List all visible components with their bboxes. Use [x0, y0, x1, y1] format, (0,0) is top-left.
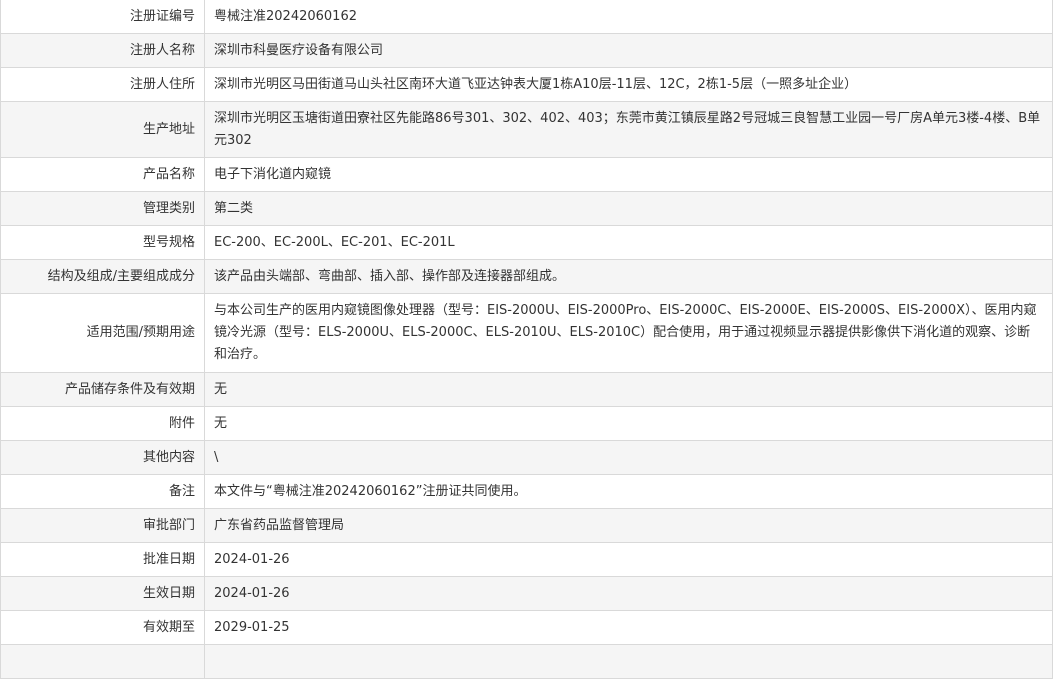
row-registrant-name: 注册人名称 深圳市科曼医疗设备有限公司 — [0, 33, 1053, 68]
registration-detail-table: 注册证编号 粤械注准20242060162 注册人名称 深圳市科曼医疗设备有限公… — [0, 0, 1053, 679]
field-label: 注册人住所 — [0, 67, 205, 102]
row-registration-number: 注册证编号 粤械注准20242060162 — [0, 0, 1053, 34]
field-value: 第二类 — [204, 191, 1053, 226]
row-effective-date: 生效日期 2024-01-26 — [0, 576, 1053, 611]
field-value: \ — [204, 440, 1053, 475]
field-value: 与本公司生产的医用内窥镜图像处理器（型号：EIS-2000U、EIS-2000P… — [204, 293, 1053, 373]
field-label: 审批部门 — [0, 508, 205, 543]
field-label: 附件 — [0, 406, 205, 441]
field-label: 备注 — [0, 474, 205, 509]
field-label: 产品储存条件及有效期 — [0, 372, 205, 407]
field-label: 产品名称 — [0, 157, 205, 192]
field-value: 2024-01-26 — [204, 542, 1053, 577]
row-remarks: 备注 本文件与“粤械注准20242060162”注册证共同使用。 — [0, 474, 1053, 509]
field-value: 本文件与“粤械注准20242060162”注册证共同使用。 — [204, 474, 1053, 509]
row-storage-validity: 产品储存条件及有效期 无 — [0, 372, 1053, 407]
field-value: 无 — [204, 406, 1053, 441]
field-value: 2029-01-25 — [204, 610, 1053, 645]
field-value: 深圳市科曼医疗设备有限公司 — [204, 33, 1053, 68]
field-value: 广东省药品监督管理局 — [204, 508, 1053, 543]
row-production-address: 生产地址 深圳市光明区玉塘街道田寮社区先能路86号301、302、402、403… — [0, 101, 1053, 158]
field-label-empty — [0, 644, 205, 679]
field-label: 注册人名称 — [0, 33, 205, 68]
row-other-content: 其他内容 \ — [0, 440, 1053, 475]
row-model-spec: 型号规格 EC-200、EC-200L、EC-201、EC-201L — [0, 225, 1053, 260]
field-label: 注册证编号 — [0, 0, 205, 34]
field-label: 生产地址 — [0, 101, 205, 158]
field-label: 生效日期 — [0, 576, 205, 611]
field-value: 无 — [204, 372, 1053, 407]
field-label: 结构及组成/主要组成成分 — [0, 259, 205, 294]
row-management-class: 管理类别 第二类 — [0, 191, 1053, 226]
field-value-empty — [204, 644, 1053, 679]
field-label: 型号规格 — [0, 225, 205, 260]
field-label: 管理类别 — [0, 191, 205, 226]
row-structure-composition: 结构及组成/主要组成成分 该产品由头端部、弯曲部、插入部、操作部及连接器部组成。 — [0, 259, 1053, 294]
field-label: 其他内容 — [0, 440, 205, 475]
field-value: 电子下消化道内窥镜 — [204, 157, 1053, 192]
field-value: EC-200、EC-200L、EC-201、EC-201L — [204, 225, 1053, 260]
row-intended-use: 适用范围/预期用途 与本公司生产的医用内窥镜图像处理器（型号：EIS-2000U… — [0, 293, 1053, 373]
field-value: 该产品由头端部、弯曲部、插入部、操作部及连接器部组成。 — [204, 259, 1053, 294]
field-label: 批准日期 — [0, 542, 205, 577]
row-approval-date: 批准日期 2024-01-26 — [0, 542, 1053, 577]
row-registrant-address: 注册人住所 深圳市光明区马田街道马山头社区南环大道飞亚达钟表大厦1栋A10层-1… — [0, 67, 1053, 102]
field-label: 有效期至 — [0, 610, 205, 645]
row-valid-until: 有效期至 2029-01-25 — [0, 610, 1053, 645]
field-value: 深圳市光明区玉塘街道田寮社区先能路86号301、302、402、403；东莞市黄… — [204, 101, 1053, 158]
row-product-name: 产品名称 电子下消化道内窥镜 — [0, 157, 1053, 192]
row-cut-off — [0, 644, 1053, 679]
field-label: 适用范围/预期用途 — [0, 293, 205, 373]
field-value: 粤械注准20242060162 — [204, 0, 1053, 34]
field-value: 2024-01-26 — [204, 576, 1053, 611]
row-attachment: 附件 无 — [0, 406, 1053, 441]
field-value: 深圳市光明区马田街道马山头社区南环大道飞亚达钟表大厦1栋A10层-11层、12C… — [204, 67, 1053, 102]
row-approval-department: 审批部门 广东省药品监督管理局 — [0, 508, 1053, 543]
